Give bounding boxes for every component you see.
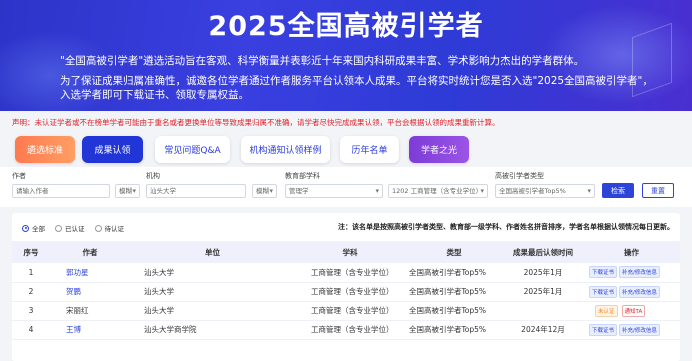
banner-description: "全国高被引学者"遴选活动旨在客观、科学衡量并表彰近十年来国内科研成果丰富、学术… [60,55,585,67]
table-row: 4 王博 汕头大学商学院 工商管理（含专业学位） 全国高被引学者Top5% 20… [12,320,680,339]
edit-info-button[interactable]: 补充/修改信息 [619,323,660,336]
download-certificate-button[interactable]: 下载证书 [589,285,618,298]
radio-unchecked-icon [55,224,62,232]
page-title: 2025全国高被引学者 [208,11,484,42]
row-unit: 汕头大学商学院 [144,325,197,334]
col-unit: 单位 [205,247,220,257]
author-link[interactable]: 贺鹏 [50,282,130,301]
author-match-select[interactable]: 模糊 [115,184,140,198]
author-link[interactable]: 郭功星 [50,263,130,282]
results-panel: 全部 已认证 待认证 注：该名单是按照高被引学者类型、教育部一级学科、作者姓名拼… [12,213,680,361]
tab-faq[interactable]: 常见问题Q&A [155,136,230,163]
row-subject: 工商管理（含专业学位） [311,306,394,315]
tab-institution-notice[interactable]: 机构通知认领样例 [241,136,330,163]
row-subject: 工商管理（含专业学位） [311,267,394,277]
discipline-select[interactable]: 管理学 [285,184,383,198]
status-radio-group: 全部 已认证 待认证 [22,223,124,233]
row-claim-time: 2024年12月 [521,325,565,334]
org-label: 机构 [146,172,160,180]
org-match-select[interactable]: 模糊 [252,184,277,198]
table-row: 3 宋丽红 汕头大学 工商管理（含专业学位） 全国高被引学者Top5% 未认证通… [12,301,680,320]
reset-button[interactable]: 重置 [642,183,674,198]
row-unit: 汕头大学 [144,287,174,296]
row-index: 2 [28,287,34,296]
author-link[interactable]: 王博 [50,320,130,339]
col-index: 序号 [23,247,39,257]
table-row: 2 贺鹏 汕头大学 工商管理（含专业学位） 全国高被引学者Top5% 2025年… [12,282,680,301]
unverified-badge: 未认证 [595,304,618,317]
radio-verified[interactable]: 已认证 [55,223,85,233]
row-index: 1 [28,267,34,277]
author-label: 作者 [12,172,26,180]
row-claim-time: 2025年1月 [523,287,563,296]
subdiscipline-select[interactable]: 1202 工商管理（含专业学位） [388,184,488,198]
row-actions: 未认证 通知TA [583,301,680,320]
table-header: 序号 作者 单位 学科 类型 成果最后认领时间 操作 [12,241,680,263]
banner: 2025全国高被引学者 "全国高被引学者"遴选活动旨在客观、科学衡量并表彰近十年… [0,0,692,111]
radio-unverified[interactable]: 待认证 [94,223,125,233]
row-unit: 汕头大学 [144,306,174,315]
table-note: 注：该名单是按照高被引学者类型、教育部一级学科、作者姓名拼音排序，学者名单根据认… [338,223,674,231]
col-actions: 操作 [624,247,639,257]
row-claim-time: 2025年1月 [523,267,563,277]
row-index: 3 [28,306,34,315]
radio-all[interactable]: 全部 [22,223,45,233]
col-author: 作者 [82,247,98,257]
radio-checked-icon [22,224,29,232]
scholar-table: 序号 作者 单位 学科 类型 成果最后认领时间 操作 1 郭功星 汕头大学 工商… [12,241,680,340]
download-certificate-button[interactable]: 下载证书 [589,323,618,336]
row-actions: 下载证书 补充/修改信息 [583,263,680,282]
author-name: 宋丽红 [66,306,89,315]
author-input[interactable]: 请输入作者 [12,184,110,198]
edit-info-button[interactable]: 补充/修改信息 [619,285,660,298]
row-claim-time [503,301,583,320]
radio-label: 待认证 [104,225,125,233]
row-type: 全国高被引学者Top5% [409,306,487,315]
row-actions: 下载证书 补充/修改信息 [583,282,680,301]
tab-selection-criteria[interactable]: 遴选标准 [15,136,75,163]
radio-label: 全部 [32,225,45,233]
tab-scholar-light[interactable]: 学者之光 [409,136,469,163]
row-type: 全国高被引学者Top5% [409,287,487,296]
row-unit: 汕头大学 [144,267,174,277]
row-type: 全国高被引学者Top5% [409,325,487,334]
notify-button[interactable]: 通知TA [621,304,646,317]
scholar-type-select[interactable]: 全国高被引学者Top5% [495,184,595,198]
row-type: 全国高被引学者Top5% [409,267,487,277]
row-subject: 工商管理（含专业学位） [311,325,394,334]
search-button[interactable]: 检索 [602,183,634,198]
download-certificate-button[interactable]: 下载证书 [589,266,618,279]
scholar-type-label: 高被引学者类型 [495,172,544,180]
edu-subject-label: 教育部学科 [285,172,320,180]
notice-text: 声明：未认证学者或不在榜单学者可能由于重名或者更换单位等导致成果归属不准确，请学… [12,118,500,127]
radio-label: 已认证 [65,225,85,233]
org-input[interactable]: 汕头大学 [146,184,246,198]
row-actions: 下载证书 补充/修改信息 [583,320,680,339]
radio-unchecked-icon [94,224,102,232]
table-row: 1 郭功星 汕头大学 工商管理（含专业学位） 全国高被引学者Top5% 2025… [12,263,680,282]
row-index: 4 [28,325,34,334]
edit-info-button[interactable]: 补充/修改信息 [619,266,660,279]
col-subject: 学科 [342,247,358,257]
row-subject: 工商管理（含专业学位） [311,287,394,296]
col-claim-time: 成果最后认领时间 [513,247,573,257]
col-type: 类型 [446,247,462,257]
filter-bar: 作者 请输入作者 模糊 机构 汕头大学 模糊 教育部学科 管理学 1202 工商… [0,167,692,207]
banner-invitation: 为了保证成果归属准确性，诚邀各位学者通过作者服务平台认领本人成果。平台将实时统计… [60,75,653,101]
tab-past-lists[interactable]: 历年名单 [340,136,399,163]
tab-claim-results[interactable]: 成果认领 [82,136,143,163]
